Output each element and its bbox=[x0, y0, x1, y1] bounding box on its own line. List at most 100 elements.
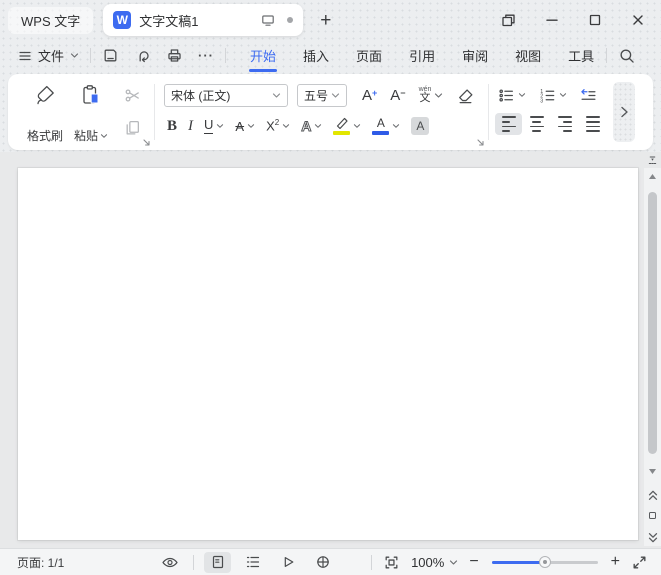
chevron-down-icon bbox=[331, 92, 340, 99]
zoom-slider[interactable] bbox=[492, 561, 598, 564]
next-page-button[interactable] bbox=[644, 532, 661, 543]
pinyin-icon: wén 文 bbox=[419, 86, 432, 104]
fit-page-icon[interactable] bbox=[383, 554, 400, 571]
tab-home[interactable]: 开始 bbox=[249, 43, 277, 68]
align-left-button[interactable] bbox=[495, 113, 522, 135]
zoom-level-button[interactable]: 100% bbox=[411, 555, 458, 570]
menubar: 文件 ··· bbox=[0, 40, 661, 71]
print-icon[interactable] bbox=[166, 47, 183, 64]
globe-icon bbox=[315, 554, 331, 570]
scrollbar-thumb[interactable] bbox=[648, 192, 657, 454]
tab-page[interactable]: 页面 bbox=[355, 43, 383, 68]
chevron-down-icon bbox=[272, 92, 281, 99]
paste-button[interactable]: 粘贴 bbox=[68, 83, 114, 144]
underline-button[interactable]: U bbox=[201, 116, 227, 135]
undo-icon[interactable] bbox=[134, 47, 151, 64]
cut-icon[interactable] bbox=[124, 87, 141, 104]
tab-insert[interactable]: 插入 bbox=[302, 43, 330, 68]
ribbon-expand-button[interactable] bbox=[613, 82, 635, 142]
text-effects-glyph: A bbox=[301, 118, 311, 134]
previous-page-button[interactable] bbox=[644, 490, 661, 501]
file-menu-button[interactable]: 文件 bbox=[18, 46, 79, 65]
fullscreen-icon[interactable] bbox=[631, 554, 648, 571]
tab-close-dot[interactable] bbox=[287, 17, 293, 23]
search-icon[interactable] bbox=[618, 47, 636, 65]
chevron-down-icon bbox=[392, 123, 400, 129]
close-icon[interactable] bbox=[630, 12, 646, 28]
tab-view[interactable]: 视图 bbox=[514, 43, 542, 68]
highlight-color-button[interactable] bbox=[330, 115, 364, 137]
select-browse-object-button[interactable] bbox=[644, 512, 661, 519]
ruler-toggle-icon[interactable] bbox=[647, 155, 658, 166]
document-tab[interactable]: W 文字文稿1 bbox=[103, 4, 303, 36]
more-commands-icon[interactable]: ··· bbox=[198, 48, 214, 63]
new-tab-button[interactable]: + bbox=[316, 9, 335, 32]
app-name: WPS 文字 bbox=[21, 11, 80, 30]
justify-icon bbox=[586, 116, 600, 131]
zoom-level-value: 100% bbox=[411, 555, 444, 570]
windows-stack-icon[interactable] bbox=[500, 12, 517, 29]
copy-icon[interactable] bbox=[124, 119, 141, 136]
scroll-up-arrow[interactable] bbox=[644, 173, 661, 180]
scroll-down-arrow[interactable] bbox=[644, 468, 661, 475]
superscript-button[interactable]: X2 bbox=[263, 116, 293, 135]
divider bbox=[193, 555, 194, 570]
phonetic-guide-button[interactable]: wén 文 bbox=[417, 85, 446, 105]
zoom-controls: 100% − + bbox=[371, 554, 648, 571]
bold-button[interactable]: B bbox=[164, 116, 180, 137]
monitor-icon[interactable] bbox=[260, 12, 276, 28]
font-color-glyph: A bbox=[377, 117, 385, 129]
font-dialog-launcher-icon[interactable] bbox=[476, 138, 485, 147]
numbered-list-button[interactable]: 1 2 3 bbox=[536, 85, 570, 106]
web-layout-button[interactable] bbox=[309, 552, 336, 573]
italic-button[interactable]: I bbox=[185, 116, 196, 137]
file-menu-label: 文件 bbox=[38, 46, 64, 65]
clipboard-dialog-launcher-icon[interactable] bbox=[142, 138, 151, 147]
tab-tools[interactable]: 工具 bbox=[567, 43, 595, 68]
vertical-scrollbar[interactable] bbox=[644, 168, 661, 546]
font-color-button[interactable]: A bbox=[369, 115, 403, 137]
ribbon-tabs: 开始 插入 页面 引用 审阅 视图 工具 bbox=[249, 43, 595, 68]
align-right-icon bbox=[558, 116, 572, 131]
outline-view-icon bbox=[245, 554, 261, 570]
font-size-value: 五号 bbox=[304, 87, 328, 104]
document-page[interactable] bbox=[18, 168, 638, 540]
chevron-down-icon bbox=[353, 123, 361, 129]
zoom-slider-thumb[interactable] bbox=[539, 556, 551, 568]
text-effects-button[interactable]: A bbox=[298, 116, 325, 136]
tab-reference[interactable]: 引用 bbox=[408, 43, 436, 68]
strikethrough-button[interactable]: A bbox=[232, 117, 258, 136]
chevron-down-icon bbox=[559, 92, 567, 98]
zoom-in-button[interactable]: + bbox=[611, 554, 620, 570]
decrease-font-size-button[interactable]: A− bbox=[388, 87, 407, 104]
outline-view-button[interactable] bbox=[239, 552, 266, 573]
quick-access-toolbar: ··· bbox=[102, 47, 214, 64]
page-view-button[interactable] bbox=[204, 552, 231, 573]
read-mode-button[interactable] bbox=[274, 552, 301, 573]
align-left-icon bbox=[502, 116, 516, 131]
decrease-indent-button[interactable] bbox=[577, 85, 600, 106]
tab-review[interactable]: 审阅 bbox=[461, 43, 489, 68]
bullet-list-button[interactable] bbox=[495, 85, 529, 106]
wps-writer-icon: W bbox=[113, 11, 131, 29]
font-name-select[interactable]: 宋体 (正文) bbox=[164, 84, 288, 107]
align-right-button[interactable] bbox=[551, 113, 578, 135]
align-center-button[interactable] bbox=[523, 113, 550, 135]
maximize-icon[interactable] bbox=[587, 12, 603, 28]
justify-button[interactable] bbox=[579, 113, 606, 135]
eye-icon[interactable] bbox=[156, 552, 183, 573]
zoom-out-button[interactable]: − bbox=[469, 554, 478, 570]
format-painter-button[interactable]: 格式刷 bbox=[22, 83, 68, 144]
chevron-down-icon bbox=[216, 123, 224, 129]
increase-font-size-button[interactable]: A+ bbox=[360, 87, 379, 104]
character-shading-button[interactable]: A bbox=[408, 115, 432, 137]
save-icon[interactable] bbox=[102, 47, 119, 64]
ribbon-panel: 格式刷 粘贴 bbox=[8, 74, 653, 150]
app-home-button[interactable]: WPS 文字 bbox=[8, 7, 93, 34]
bullet-list-icon bbox=[498, 87, 515, 104]
clear-formatting-button[interactable] bbox=[454, 85, 477, 106]
minimize-icon[interactable] bbox=[544, 12, 560, 28]
cut-copy-column bbox=[124, 83, 141, 144]
font-size-select[interactable]: 五号 bbox=[297, 84, 347, 107]
plus-sup: + bbox=[372, 89, 377, 98]
